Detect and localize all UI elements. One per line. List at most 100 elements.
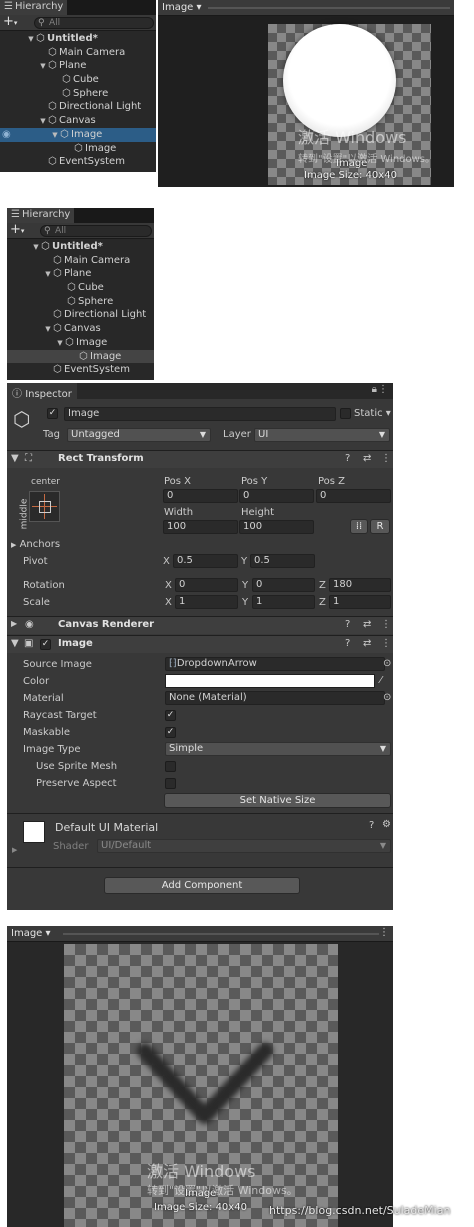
height-field[interactable]: 100 <box>239 520 314 534</box>
scale-x-field[interactable]: 1 <box>175 595 238 609</box>
object-picker-icon[interactable]: ⊙ <box>383 692 391 703</box>
tree-row-image[interactable]: ▼ ⬡ Image <box>7 336 154 350</box>
kebab-menu-icon[interactable]: ⋮ <box>378 384 388 395</box>
tree-row-image-child-highlighted[interactable]: ⬡ Image <box>7 349 154 364</box>
visibility-eye-icon[interactable]: ◉ <box>2 128 11 142</box>
add-menu-button[interactable]: +▾ <box>3 14 17 29</box>
tree-row-label: Image <box>85 142 117 154</box>
expand-arrow-icon[interactable]: ▼ <box>43 323 53 337</box>
scale-z-field[interactable]: 1 <box>329 595 391 609</box>
static-checkbox[interactable] <box>340 408 351 419</box>
object-picker-icon[interactable]: ⊙ <box>383 658 391 669</box>
inspector-tab[interactable]: ⓘ Inspector <box>7 383 77 400</box>
tree-row-canvas[interactable]: ▼ ⬡ Canvas <box>0 114 156 128</box>
raw-edit-button[interactable]: R <box>370 519 390 534</box>
image-component-header[interactable]: ▼ ▣ ✓ Image ? ⇄ ⋮ <box>7 635 393 653</box>
preserve-aspect-checkbox[interactable] <box>165 778 176 789</box>
color-swatch[interactable] <box>165 674 375 688</box>
gameobject-icon: ⬡ <box>65 336 74 348</box>
component-menu-icon[interactable]: ⋮ <box>381 453 391 464</box>
tag-dropdown[interactable]: Untagged ▼ <box>67 428 211 442</box>
tree-row-image-child[interactable]: ⬡ Image <box>0 142 156 156</box>
foldout-arrow-icon[interactable]: ▶ <box>12 846 17 854</box>
use-sprite-mesh-checkbox[interactable] <box>165 761 176 772</box>
tree-row-main-camera[interactable]: ⬡ Main Camera <box>7 254 154 268</box>
image-type-dropdown[interactable]: Simple ▼ <box>165 742 391 756</box>
source-image-field[interactable]: ⁅⁆DropdownArrow <box>165 657 385 671</box>
posy-field[interactable]: 0 <box>239 489 314 503</box>
rot-x-field[interactable]: 0 <box>175 578 238 592</box>
expand-arrow-icon[interactable]: ▼ <box>31 241 41 255</box>
expand-arrow-icon[interactable]: ▼ <box>55 337 65 351</box>
tree-row-image-selected[interactable]: ◉ ▼ ⬡ Image <box>0 127 156 143</box>
shader-dropdown[interactable]: UI/Default ▼ <box>97 839 391 853</box>
material-field[interactable]: None (Material) <box>165 691 385 705</box>
tree-row-sphere[interactable]: ⬡ Sphere <box>0 87 156 101</box>
rot-y-field[interactable]: 0 <box>252 578 315 592</box>
foldout-arrow-icon[interactable]: ▼ <box>11 453 19 464</box>
help-icon[interactable]: ? <box>345 453 350 464</box>
view-dropdown[interactable]: Image ▾ <box>162 2 202 13</box>
tree-row-cube[interactable]: ⬡ Cube <box>0 73 156 87</box>
posz-field[interactable]: 0 <box>316 489 391 503</box>
static-dropdown[interactable]: Static ▾ <box>354 408 391 419</box>
raycast-target-checkbox[interactable]: ✓ <box>165 710 176 721</box>
object-name-field[interactable]: Image <box>64 407 336 421</box>
active-checkbox[interactable]: ✓ <box>47 408 58 419</box>
tree-row-sphere[interactable]: ⬡ Sphere <box>7 295 154 309</box>
foldout-arrow-icon[interactable]: ▶ <box>11 619 17 628</box>
foldout-arrow-icon[interactable]: ▼ <box>11 638 19 649</box>
expand-arrow-icon[interactable]: ▼ <box>38 60 48 74</box>
eye-icon: ◉ <box>25 619 34 630</box>
expand-arrow-icon[interactable]: ▼ <box>50 129 60 143</box>
maskable-checkbox[interactable]: ✓ <box>165 727 176 738</box>
component-menu-icon[interactable]: ⋮ <box>381 638 391 649</box>
component-menu-icon[interactable]: ⋮ <box>381 619 391 630</box>
add-component-button[interactable]: Add Component <box>104 877 300 894</box>
search-input[interactable]: ⚲ All <box>40 225 152 237</box>
tree-row-scene[interactable]: ▼ ⬡ Untitled* <box>0 32 156 46</box>
view-dropdown[interactable]: Image ▾ <box>11 928 51 939</box>
rot-z-field[interactable]: 180 <box>329 578 391 592</box>
pivot-x-field[interactable]: 0.5 <box>173 554 238 568</box>
canvas-renderer-header[interactable]: ▶ ◉ Canvas Renderer ? ⇄ ⋮ <box>7 616 393 634</box>
expand-arrow-icon[interactable]: ▼ <box>43 268 53 282</box>
layer-dropdown[interactable]: UI ▼ <box>254 428 390 442</box>
tree-row-main-camera[interactable]: ⬡ Main Camera <box>0 46 156 60</box>
tree-row-scene[interactable]: ▼ ⬡ Untitled* <box>7 240 154 254</box>
rect-transform-header[interactable]: ▼ ⛶ Rect Transform ? ⇄ ⋮ <box>7 450 393 468</box>
eyedropper-icon[interactable]: ⁄ <box>380 675 382 686</box>
preset-icon[interactable]: ⇄ <box>363 638 371 649</box>
kebab-menu-icon[interactable]: ⋮ <box>379 927 389 938</box>
help-icon[interactable]: ? <box>345 619 350 630</box>
lock-icon[interactable]: 🔒︎ <box>372 384 377 395</box>
anchors-foldout[interactable]: ▶ Anchors <box>11 539 60 550</box>
expand-arrow-icon[interactable]: ▼ <box>26 33 36 47</box>
help-icon[interactable]: ? <box>369 820 374 831</box>
blueprint-mode-button[interactable]: ⁞⁞ <box>350 519 368 534</box>
search-input[interactable]: ⚲ All <box>34 17 154 29</box>
preset-icon[interactable]: ⇄ <box>363 619 371 630</box>
tree-row-eventsystem[interactable]: ⬡ EventSystem <box>7 363 154 377</box>
tree-row-plane[interactable]: ▼ ⬡ Plane <box>7 267 154 281</box>
add-menu-button[interactable]: +▾ <box>10 222 24 237</box>
hierarchy-tab[interactable]: ☰ Hierarchy <box>0 0 68 15</box>
anchor-presets-button[interactable] <box>29 491 60 522</box>
preset-icon[interactable]: ⇄ <box>363 453 371 464</box>
hierarchy-tab[interactable]: ☰ Hierarchy <box>7 208 75 223</box>
image-enabled-checkbox[interactable]: ✓ <box>40 639 51 650</box>
width-field[interactable]: 100 <box>163 520 238 534</box>
tree-row-cube[interactable]: ⬡ Cube <box>7 281 154 295</box>
help-icon[interactable]: ? <box>345 638 350 649</box>
gear-icon[interactable]: ⚙ <box>382 819 391 830</box>
tree-row-canvas[interactable]: ▼ ⬡ Canvas <box>7 322 154 336</box>
scale-y-field[interactable]: 1 <box>252 595 315 609</box>
set-native-size-button[interactable]: Set Native Size <box>164 793 391 808</box>
tree-row-eventsystem[interactable]: ⬡ EventSystem <box>0 155 156 169</box>
pivot-y-field[interactable]: 0.5 <box>250 554 315 568</box>
tree-row-directional-light[interactable]: ⬡ Directional Light <box>7 308 154 322</box>
tree-row-directional-light[interactable]: ⬡ Directional Light <box>0 100 156 114</box>
tree-row-plane[interactable]: ▼ ⬡ Plane <box>0 59 156 73</box>
expand-arrow-icon[interactable]: ▼ <box>38 115 48 129</box>
posx-field[interactable]: 0 <box>163 489 238 503</box>
